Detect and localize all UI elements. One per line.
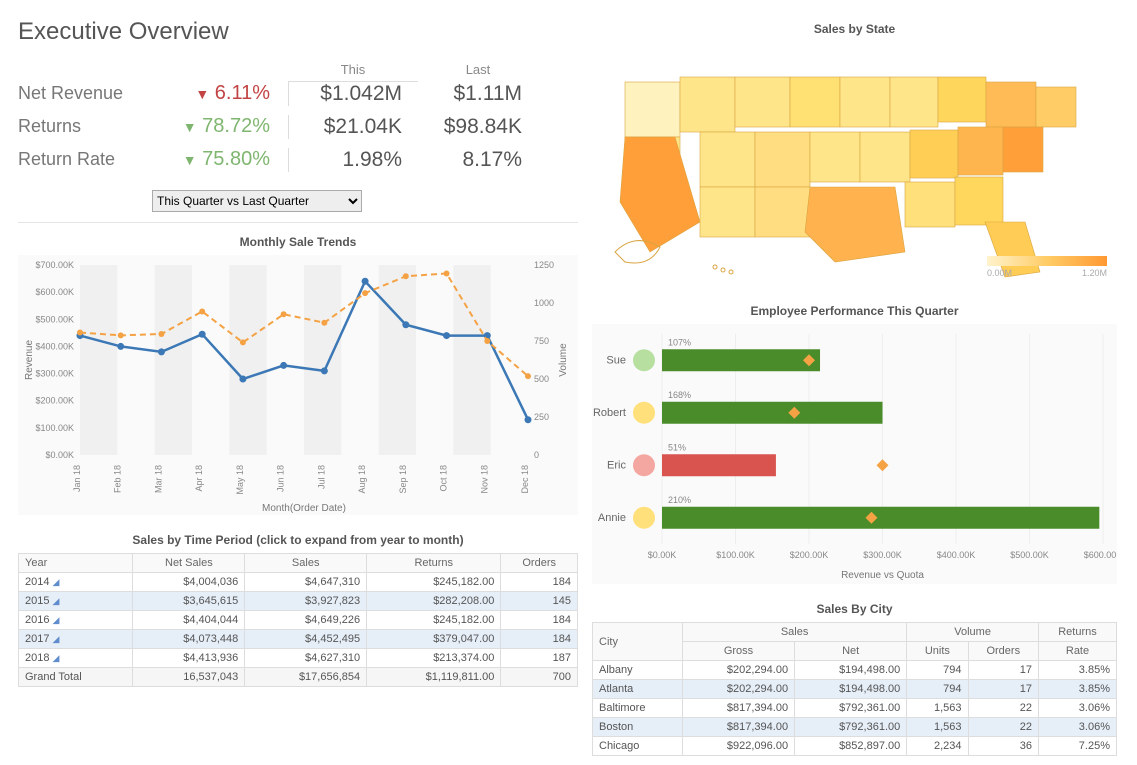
svg-text:$600.00K: $600.00K — [1084, 550, 1117, 560]
table-row[interactable]: Chicago$922,096.00$852,897.002,234367.25… — [593, 737, 1117, 756]
time-table-title: Sales by Time Period (click to expand fr… — [18, 529, 578, 553]
expand-icon[interactable]: ◢ — [53, 615, 64, 625]
svg-text:750: 750 — [534, 336, 549, 346]
svg-text:Annie: Annie — [598, 512, 626, 524]
divider — [18, 222, 578, 223]
svg-text:$500.00K: $500.00K — [35, 314, 74, 324]
svg-text:Sep 18: Sep 18 — [398, 465, 408, 494]
svg-text:Nov 18: Nov 18 — [479, 465, 489, 494]
expand-icon[interactable]: ◢ — [53, 577, 64, 587]
svg-text:1250: 1250 — [534, 260, 554, 270]
svg-text:Sue: Sue — [606, 354, 626, 366]
svg-text:51%: 51% — [668, 442, 686, 452]
svg-text:Robert: Robert — [593, 407, 626, 419]
kpi-grid: This Last Net Revenue ▼ 6.11% $1.042M $1… — [18, 62, 578, 176]
svg-text:$400.00K: $400.00K — [937, 550, 976, 560]
svg-text:Volume: Volume — [558, 343, 569, 377]
kpi-last-netrevenue: $1.11M — [418, 82, 538, 106]
kpi-last-returns: $98.84K — [418, 115, 538, 139]
svg-text:107%: 107% — [668, 337, 691, 347]
svg-text:168%: 168% — [668, 390, 691, 400]
city-table-title: Sales By City — [592, 598, 1117, 622]
svg-text:210%: 210% — [668, 495, 691, 505]
table-row[interactable]: Boston$817,394.00$792,361.001,563223.06% — [593, 718, 1117, 737]
svg-text:Month(Order Date): Month(Order Date) — [262, 503, 346, 514]
table-row[interactable]: Atlanta$202,294.00$194,498.00794173.85% — [593, 680, 1117, 699]
svg-text:$0.00K: $0.00K — [45, 450, 74, 460]
table-row[interactable]: 2018 ◢$4,413,936$4,627,310$213,374.00187 — [19, 649, 578, 668]
employee-performance-chart[interactable]: $0.00K $100.00K $200.00K $300.00K $400.00K $5… — [592, 324, 1117, 584]
svg-text:$100.00K: $100.00K — [35, 423, 74, 433]
svg-text:$300.00K: $300.00K — [863, 550, 902, 560]
svg-text:May 18: May 18 — [235, 465, 245, 495]
table-row[interactable]: 2017 ◢$4,073,448$4,452,495$379,047.00184 — [19, 630, 578, 649]
svg-text:Eric: Eric — [607, 459, 626, 471]
svg-text:Jan 18: Jan 18 — [72, 465, 82, 492]
sales-by-state-map[interactable]: 0.00M1.20M — [592, 42, 1117, 292]
kpi-header-this: This — [288, 62, 418, 77]
svg-text:500: 500 — [534, 374, 549, 384]
kpi-change-rate: ▼ 75.80% — [148, 148, 288, 171]
kpi-change-netrevenue: ▼ 6.11% — [148, 82, 288, 105]
kpi-change-returns: ▼ 78.72% — [148, 115, 288, 138]
page-title: Executive Overview — [18, 18, 578, 46]
expand-icon[interactable]: ◢ — [53, 653, 64, 663]
svg-text:$600.00K: $600.00K — [35, 287, 74, 297]
period-comparison-select[interactable]: This Quarter vs Last Quarter — [152, 190, 362, 212]
kpi-label-netrevenue: Net Revenue — [18, 77, 148, 110]
sales-by-city-table[interactable]: City Sales Volume Returns Gross Net Unit… — [592, 622, 1117, 756]
arrow-down-icon: ▼ — [195, 86, 209, 102]
kpi-label-rate: Return Rate — [18, 143, 148, 176]
trends-title: Monthly Sale Trends — [18, 231, 578, 255]
svg-text:Feb 18: Feb 18 — [113, 465, 123, 493]
table-row[interactable]: Albany$202,294.00$194,498.00794173.85% — [593, 661, 1117, 680]
svg-text:0: 0 — [534, 450, 539, 460]
svg-text:250: 250 — [534, 412, 549, 422]
svg-text:Aug 18: Aug 18 — [357, 465, 367, 494]
svg-text:Revenue vs Quota: Revenue vs Quota — [841, 570, 924, 581]
svg-text:Jun 18: Jun 18 — [276, 465, 286, 492]
table-total-row: Grand Total16,537,043$17,656,854$1,119,8… — [19, 668, 578, 687]
svg-text:$200.00K: $200.00K — [790, 550, 829, 560]
table-row[interactable]: 2016 ◢$4,404,044$4,649,226$245,182.00184 — [19, 611, 578, 630]
kpi-label-returns: Returns — [18, 110, 148, 143]
svg-text:$400.00K: $400.00K — [35, 341, 74, 351]
svg-text:Revenue: Revenue — [24, 340, 35, 380]
svg-text:Oct 18: Oct 18 — [439, 465, 449, 492]
emp-title: Employee Performance This Quarter — [592, 300, 1117, 324]
kpi-this-rate: 1.98% — [288, 148, 418, 172]
svg-text:$200.00K: $200.00K — [35, 396, 74, 406]
kpi-last-rate: 8.17% — [418, 148, 538, 172]
svg-text:Mar 18: Mar 18 — [153, 465, 163, 493]
map-legend: 0.00M1.20M — [987, 256, 1107, 278]
arrow-down-icon: ▼ — [183, 119, 197, 135]
expand-icon[interactable]: ◢ — [53, 596, 64, 606]
svg-text:$500.00K: $500.00K — [1010, 550, 1049, 560]
table-row[interactable]: Baltimore$817,394.00$792,361.001,563223.… — [593, 699, 1117, 718]
kpi-this-netrevenue: $1.042M — [288, 81, 418, 106]
kpi-this-returns: $21.04K — [288, 115, 418, 139]
svg-text:Dec 18: Dec 18 — [520, 465, 530, 494]
table-row[interactable]: 2014 ◢$4,004,036$4,647,310$245,182.00184 — [19, 573, 578, 592]
svg-text:$100.00K: $100.00K — [716, 550, 755, 560]
kpi-header-last: Last — [418, 62, 538, 77]
svg-text:$300.00K: $300.00K — [35, 369, 74, 379]
svg-text:1000: 1000 — [534, 298, 554, 308]
arrow-down-icon: ▼ — [183, 152, 197, 168]
table-row[interactable]: 2015 ◢$3,645,615$3,927,823$282,208.00145 — [19, 592, 578, 611]
svg-text:Apr 18: Apr 18 — [194, 465, 204, 492]
map-title: Sales by State — [592, 18, 1117, 42]
svg-text:$700.00K: $700.00K — [35, 260, 74, 270]
svg-text:$0.00K: $0.00K — [648, 550, 677, 560]
monthly-trends-chart[interactable]: $0.00K $100.00K $200.00K $300.00K $400.00K $5… — [18, 255, 578, 515]
svg-text:Jul 18: Jul 18 — [316, 465, 326, 489]
time-period-table[interactable]: YearNet SalesSalesReturnsOrders 2014 ◢$4… — [18, 553, 578, 687]
expand-icon[interactable]: ◢ — [53, 634, 64, 644]
